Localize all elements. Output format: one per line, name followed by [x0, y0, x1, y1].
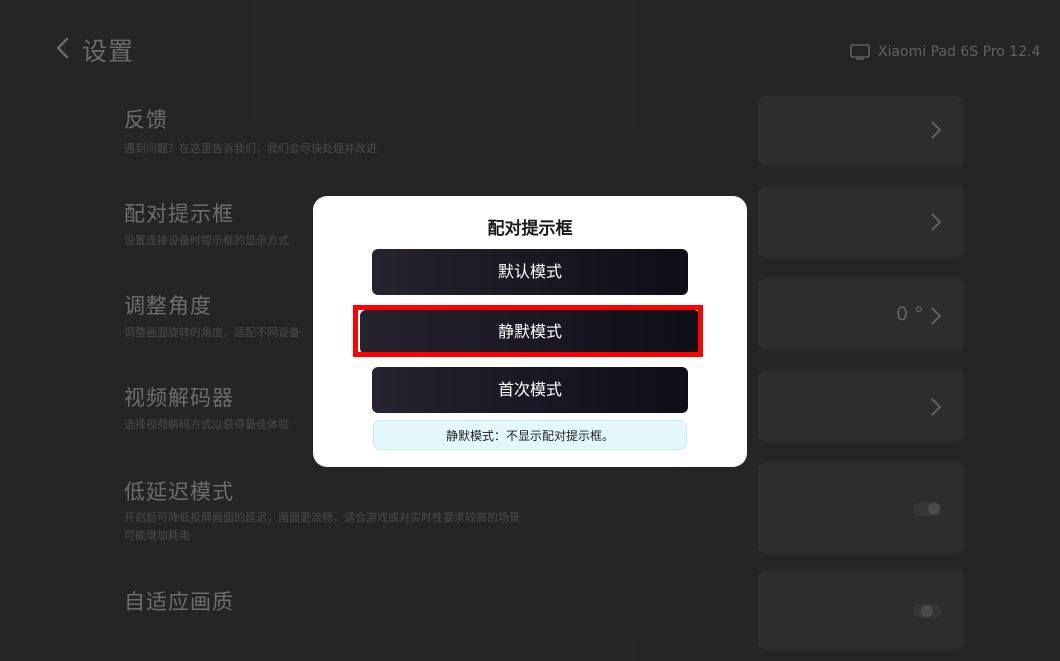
default-mode-button[interactable]: 默认模式 [372, 249, 688, 295]
screen: 设置 Xiaomi Pad 6S Pro 12.4 反馈 遇到问题？在这里告诉我… [0, 0, 1060, 661]
mode-hint: 静默模式：不显示配对提示框。 [373, 420, 687, 450]
highlight-annotation [353, 305, 703, 357]
dialog-title: 配对提示框 [487, 219, 573, 239]
first-time-mode-button[interactable]: 首次模式 [372, 367, 688, 413]
